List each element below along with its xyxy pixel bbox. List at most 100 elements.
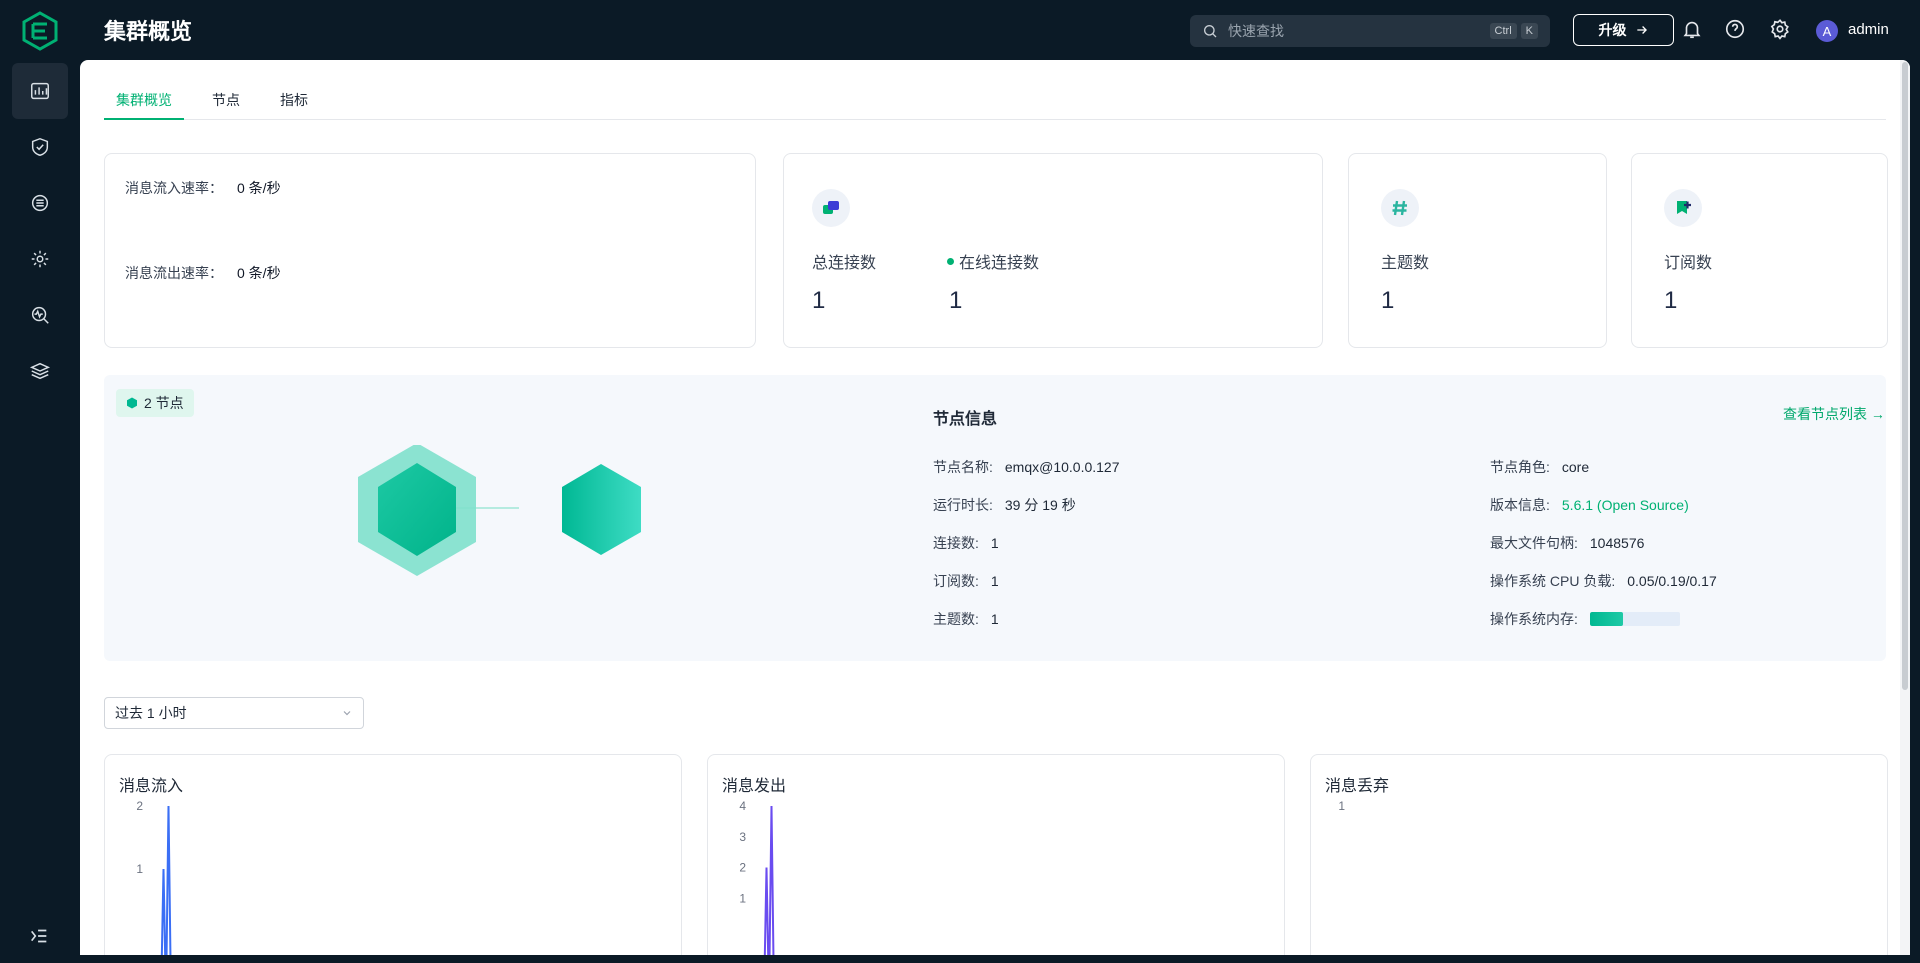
node-topics-label: 主题数:: [933, 611, 979, 627]
max-fds-value: 1048576: [1589, 535, 1645, 551]
scrollbar-thumb[interactable]: [1902, 62, 1908, 690]
cpu-load-row: 操作系统 CPU 负载: 0.05/0.19/0.17: [1490, 571, 1717, 591]
bell-icon[interactable]: [1681, 18, 1703, 40]
y-tick-label: 1: [739, 891, 746, 905]
uptime-row: 运行时长: 39 分 19 秒: [933, 495, 1076, 515]
y-tick-label: 1: [136, 862, 143, 876]
node-subscriptions-row: 订阅数: 1: [933, 571, 999, 591]
y-tick-label: 4: [739, 799, 746, 813]
y-tick-label: 3: [739, 830, 746, 844]
tab-metrics[interactable]: 指标: [268, 80, 320, 120]
memory-label: 操作系统内存:: [1490, 611, 1578, 627]
node-subscriptions-value: 1: [990, 573, 999, 589]
memory-row: 操作系统内存:: [1490, 609, 1680, 629]
time-range-select[interactable]: 过去 1 小时: [104, 697, 364, 729]
upgrade-button[interactable]: 升级: [1573, 14, 1674, 46]
node-panel: 2 节点 节点信息 查看节点列表 → 节点名称: emqx@10.0.0.127 …: [104, 375, 1886, 661]
dropped-chart: 1: [1338, 799, 1345, 813]
online-connections-label: 在线连接数: [947, 249, 1039, 273]
user-name[interactable]: admin: [1848, 21, 1889, 38]
hexagon-icon: [127, 397, 137, 409]
uptime-value: 39 分 19 秒: [1004, 497, 1076, 513]
node-count-badge: 2 节点: [116, 389, 194, 417]
node-connections-label: 连接数:: [933, 535, 979, 551]
topics-card: 主题数 1: [1348, 153, 1607, 348]
search-placeholder: 快速查找: [1228, 23, 1284, 39]
sidebar: [0, 0, 80, 963]
y-tick-label: 1: [1338, 799, 1345, 813]
tab-nodes[interactable]: 节点: [200, 80, 252, 120]
avatar[interactable]: A: [1816, 20, 1838, 42]
tab-cluster-overview[interactable]: 集群概览: [104, 80, 184, 120]
cpu-load-value: 0.05/0.19/0.17: [1627, 573, 1717, 589]
connections-card: 总连接数 1 在线连接数 1: [783, 153, 1323, 348]
gear-icon: [31, 250, 49, 268]
upgrade-label: 升级: [1598, 22, 1627, 38]
node-name-row: 节点名称: emqx@10.0.0.127: [933, 457, 1120, 477]
shortcut-k-key: K: [1520, 23, 1538, 39]
outbound-rate-value: 0 条/秒: [237, 265, 281, 281]
replicant-node-hexagon[interactable]: [562, 464, 641, 555]
search-input[interactable]: 快速查找 Ctrl K: [1190, 15, 1550, 47]
version-value[interactable]: 5.6.1 (Open Source): [1562, 497, 1689, 513]
total-connections-value: 1: [812, 287, 826, 314]
node-role-row: 节点角色: core: [1490, 457, 1589, 477]
chevron-down-icon: [343, 711, 351, 716]
settings-icon[interactable]: [1769, 18, 1791, 40]
series-line: [763, 805, 775, 955]
help-icon[interactable]: [1724, 18, 1746, 40]
diagnose-icon: [31, 306, 49, 324]
node-info-title: 节点信息: [933, 411, 998, 428]
arrow-right-icon: →: [1870, 406, 1885, 422]
emqx-logo-icon[interactable]: [20, 11, 60, 51]
subscription-flag-icon: [1664, 189, 1702, 227]
online-status-dot: [947, 257, 954, 265]
outbound-rate-label: 消息流出速率：: [125, 265, 223, 281]
inbound-rate: 消息流入速率： 0 条/秒: [125, 178, 281, 198]
shortcut-ctrl-key: Ctrl: [1489, 23, 1517, 39]
outbound-chart: 4 3 2 1: [739, 799, 775, 955]
y-tick-label: 2: [136, 799, 143, 813]
sidebar-item-access-control[interactable]: [12, 119, 68, 175]
message-rate-card: 消息流入速率： 0 条/秒 消息流出速率： 0 条/秒: [104, 153, 756, 348]
node-topology-graph: [358, 445, 641, 576]
subscriptions-card: 订阅数 1: [1631, 153, 1888, 348]
topics-value: 1: [1381, 287, 1395, 314]
chart-card-inbound: 消息流入 21: [104, 754, 682, 955]
sidebar-item-management[interactable]: [12, 231, 68, 287]
subscriptions-value: 1: [1664, 287, 1678, 314]
max-fds-label: 最大文件句柄:: [1490, 535, 1578, 551]
node-connections-value: 1: [990, 535, 999, 551]
sidebar-item-diagnose[interactable]: [12, 287, 68, 343]
sidebar-item-dashboard[interactable]: [12, 63, 68, 119]
memory-usage-bar[interactable]: [1589, 612, 1680, 626]
inbound-chart: 21: [136, 799, 172, 955]
search-icon: [1204, 25, 1217, 38]
sidebar-item-integration[interactable]: [12, 175, 68, 231]
node-topics-row: 主题数: 1: [933, 609, 999, 629]
subscriptions-label: 订阅数: [1664, 255, 1713, 272]
hash-icon: [1381, 189, 1419, 227]
outbound-rate: 消息流出速率： 0 条/秒: [125, 263, 281, 283]
time-range-value: 过去 1 小时: [115, 705, 187, 721]
tab-bar: 集群概览 节点 指标: [104, 80, 1886, 120]
chart-card-outbound: 消息发出 4321: [707, 754, 1285, 955]
arrow-right-icon: [1636, 26, 1647, 34]
online-connections-value: 1: [949, 287, 963, 314]
topics-label: 主题数: [1381, 255, 1430, 272]
version-label: 版本信息:: [1490, 497, 1550, 513]
node-role-value: core: [1561, 459, 1590, 475]
version-row: 版本信息: 5.6.1 (Open Source): [1490, 495, 1689, 515]
collapse-sidebar-icon[interactable]: [28, 925, 50, 947]
memory-usage-fill: [1589, 612, 1624, 626]
node-topics-value: 1: [990, 611, 999, 627]
shield-icon: [31, 137, 49, 157]
y-tick-label: 2: [739, 861, 746, 875]
chart-card-dropped: 消息丢弃 1: [1310, 754, 1888, 955]
scrollbar[interactable]: [1900, 60, 1910, 955]
sidebar-item-system[interactable]: [12, 343, 68, 399]
view-node-list-link[interactable]: 查看节点列表 →: [1783, 404, 1885, 424]
layers-icon: [29, 362, 51, 380]
online-connections-text: 在线连接数: [959, 255, 1040, 272]
dashboard-icon: [31, 82, 49, 100]
